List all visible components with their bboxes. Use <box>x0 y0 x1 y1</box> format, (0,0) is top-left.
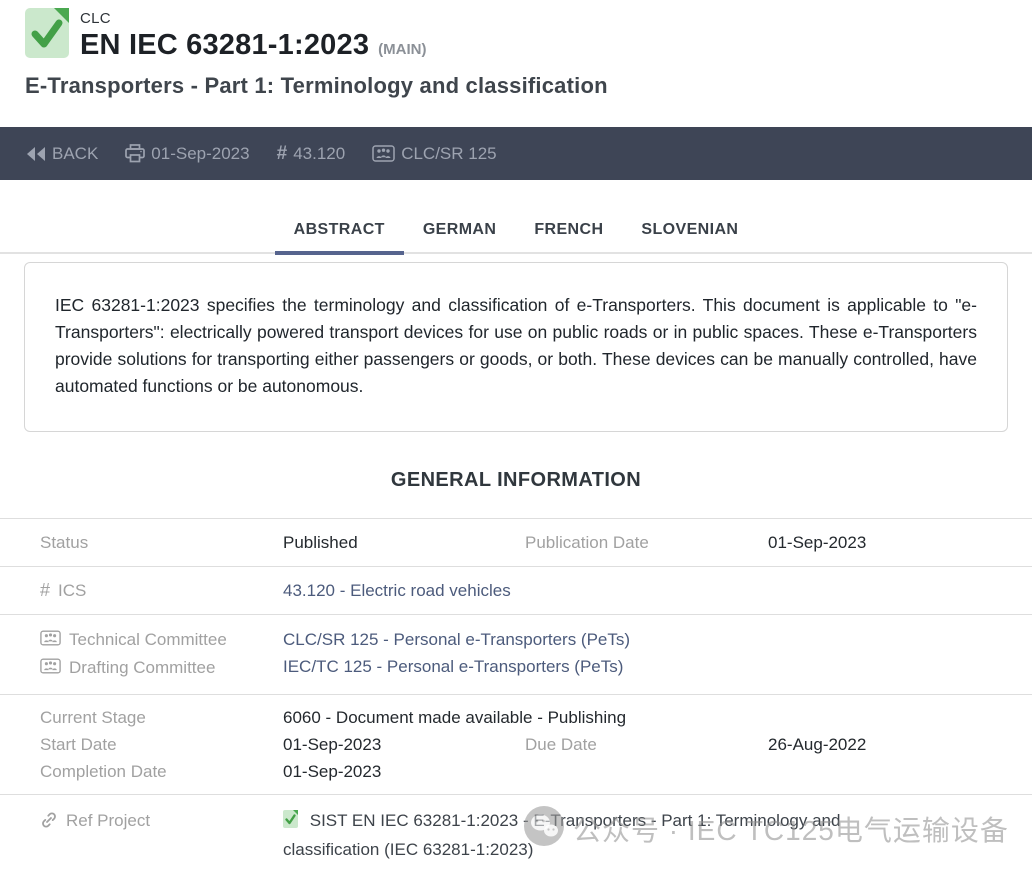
standard-detail-page: CLC EN IEC 63281-1:2023 (MAIN) E-Transpor… <box>0 0 1032 872</box>
due-date-value: 26-Aug-2022 <box>768 731 1012 758</box>
printer-icon <box>125 144 145 163</box>
publication-date-item: 01-Sep-2023 <box>125 144 249 164</box>
general-info-table: Status Published Publication Date 01-Sep… <box>0 518 1032 872</box>
publication-date: 01-Sep-2023 <box>151 144 249 164</box>
rewind-icon <box>27 147 46 161</box>
language-tabs: ABSTRACT GERMAN FRENCH SLOVENIAN <box>0 212 1032 254</box>
hash-icon: # <box>277 143 288 165</box>
due-date-label: Due Date <box>525 731 768 758</box>
ics-link[interactable]: 43.120 - Electric road vehicles <box>283 581 511 600</box>
technical-committee-label: Technical Committee <box>40 626 283 654</box>
drafting-committee-link[interactable]: IEC/TC 125 - Personal e-Transporters (Pe… <box>283 657 623 676</box>
section-title: GENERAL INFORMATION <box>0 469 1032 492</box>
document-check-icon <box>283 813 303 832</box>
toolbar: BACK 01-Sep-2023 # 43.120 <box>0 127 1032 180</box>
table-row-ref-project: Ref Project SIST EN IEC 63281-1:2023 - E… <box>0 794 1032 872</box>
completion-date-label: Completion Date <box>40 758 283 785</box>
table-row-stage: Current Stage 6060 - Document made avail… <box>0 694 1032 794</box>
page-title: EN IEC 63281-1:2023 <box>80 29 369 61</box>
abstract-text: IEC 63281-1:2023 specifies the terminolo… <box>24 262 1008 432</box>
tab-abstract[interactable]: ABSTRACT <box>275 212 404 252</box>
ics-label: # ICS <box>40 577 283 604</box>
status-value: Published <box>283 529 525 556</box>
start-date-value: 01-Sep-2023 <box>283 731 525 758</box>
tab-german[interactable]: GERMAN <box>404 212 516 252</box>
technical-committee-link[interactable]: CLC/SR 125 - Personal e-Transporters (Pe… <box>283 630 630 649</box>
publication-date-value: 01-Sep-2023 <box>768 529 1012 556</box>
table-row-status: Status Published Publication Date 01-Sep… <box>0 518 1032 566</box>
drafting-committee-label: Drafting Committee <box>40 654 283 682</box>
table-row-committees: Technical Committee <box>0 614 1032 694</box>
groups-icon <box>40 626 61 654</box>
start-date-label: Start Date <box>40 731 283 758</box>
main-badge: (MAIN) <box>378 41 426 58</box>
committee-item: CLC/SR 125 <box>372 144 496 164</box>
ics-code: 43.120 <box>293 144 345 164</box>
standard-subtitle: E-Transporters - Part 1: Terminology and… <box>25 73 608 99</box>
ref-project-label: Ref Project <box>40 807 283 863</box>
ics-item: # 43.120 <box>277 143 346 165</box>
table-row-ics: # ICS 43.120 - Electric road vehicles <box>0 566 1032 614</box>
groups-icon <box>40 654 61 682</box>
organization-label: CLC <box>80 10 111 27</box>
document-check-icon <box>25 8 69 63</box>
back-label: BACK <box>52 144 98 164</box>
committee-code: CLC/SR 125 <box>401 144 496 164</box>
completion-date-value: 01-Sep-2023 <box>283 758 1012 785</box>
groups-icon <box>372 145 395 162</box>
tab-french[interactable]: FRENCH <box>515 212 622 252</box>
link-icon <box>40 807 58 837</box>
hash-icon: # <box>40 577 50 604</box>
publication-date-label: Publication Date <box>525 529 768 556</box>
current-stage-value: 6060 - Document made available - Publish… <box>283 704 1012 731</box>
ref-project-link[interactable]: SIST EN IEC 63281-1:2023 - E-Transporter… <box>283 807 903 863</box>
back-button[interactable]: BACK <box>27 144 98 164</box>
tab-slovenian[interactable]: SLOVENIAN <box>622 212 757 252</box>
current-stage-label: Current Stage <box>40 704 283 731</box>
status-label: Status <box>40 529 283 556</box>
